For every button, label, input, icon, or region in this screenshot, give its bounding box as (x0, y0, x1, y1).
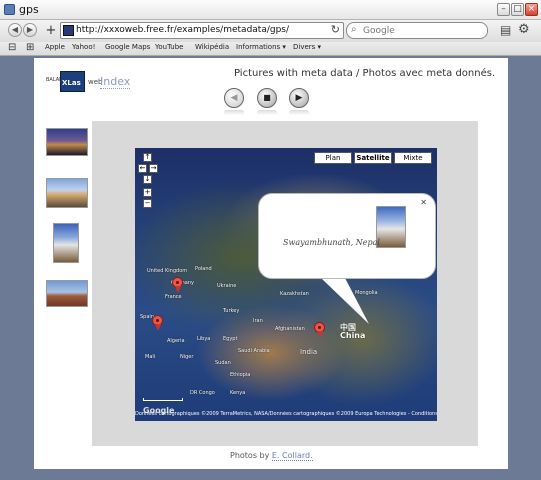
map-marker-pin[interactable] (172, 277, 183, 293)
pan-right-icon[interactable]: → (149, 164, 158, 173)
site-icon (63, 25, 74, 36)
map-label: Egypt (223, 336, 238, 342)
forward-button[interactable]: ▶ (23, 23, 37, 37)
author-link[interactable]: E. Collard. (271, 451, 313, 461)
map-marker-pin[interactable] (152, 315, 163, 331)
map-label: United Kingdom (147, 268, 188, 274)
info-window-pointer (321, 278, 381, 324)
page-title: Pictures with meta data / Photos avec me… (234, 68, 496, 79)
photo-thumbnail[interactable] (53, 223, 79, 263)
map-label: France (165, 294, 182, 300)
map-label: India (300, 348, 318, 356)
minimize-button[interactable]: – (497, 3, 510, 16)
previous-button[interactable]: ◀ (224, 88, 244, 108)
info-window-photo[interactable] (376, 206, 406, 248)
photo-thumbnail[interactable] (46, 128, 88, 156)
map-label: China (340, 331, 366, 340)
back-button[interactable]: ◀ (8, 23, 22, 37)
map-label: Kazakhstan (280, 291, 309, 297)
app-icon (4, 4, 15, 15)
maximize-button[interactable]: □ (511, 3, 524, 16)
reload-icon[interactable]: ↻ (331, 23, 340, 36)
logo-brand-text: XLas (62, 79, 81, 87)
title-bar: gps – □ × (0, 0, 541, 20)
next-button[interactable]: ▶ (289, 88, 309, 108)
map-label: Turkey (223, 308, 240, 314)
pan-left-icon[interactable]: ← (138, 164, 147, 173)
map-label: Mali (145, 354, 156, 360)
close-icon[interactable]: ✕ (420, 198, 427, 207)
page-menu-icon[interactable]: ▤ (500, 23, 511, 37)
web-page: BALADE XLas web Index Pictures with meta… (34, 58, 508, 469)
search-input[interactable] (363, 24, 483, 37)
address-bar[interactable]: http://xxxoweb.free.fr/examples/metadata… (60, 22, 344, 39)
map-label: Iran (253, 318, 263, 324)
browser-toolbar: ◀ ▶ + http://xxxoweb.free.fr/examples/me… (0, 20, 541, 42)
map-type-mixte-button[interactable]: Mixte (394, 152, 432, 164)
satellite-map[interactable]: Plan Satellite Mixte ↑ ← → ↓ + − United … (135, 148, 437, 421)
map-type-satellite-button[interactable]: Satellite (354, 152, 392, 164)
info-window: ✕ Swayambhunath, Nepal (258, 193, 436, 279)
photo-thumbnail[interactable] (46, 280, 88, 307)
search-box[interactable]: ⌕ (346, 22, 488, 39)
top-sites-grid-icon[interactable]: ⊞ (26, 42, 34, 53)
index-link[interactable]: Index (100, 76, 131, 89)
button-reflection (224, 110, 244, 115)
map-scale-bar (143, 398, 183, 401)
bookmark-item[interactable]: Yahoo! (72, 43, 95, 51)
photo-credit: Photos by E. Collard. (230, 451, 313, 461)
pan-down-icon[interactable]: ↓ (143, 175, 152, 184)
close-button[interactable]: × (525, 3, 538, 16)
info-window-caption: Swayambhunath, Nepal (283, 238, 380, 247)
map-label: Afghanistan (275, 326, 305, 332)
map-label: Kenya (230, 390, 246, 396)
pan-up-icon[interactable]: ↑ (143, 153, 152, 162)
add-bookmark-button[interactable]: + (44, 23, 58, 38)
map-label: Niger (180, 354, 194, 360)
search-icon: ⌕ (351, 24, 357, 35)
map-attribution: Données cartographiques ©2009 TerraMetri… (135, 411, 437, 417)
map-label: Ethiopia (230, 372, 251, 378)
photo-thumbnail[interactable] (46, 178, 88, 208)
window-title: gps (19, 3, 39, 16)
photo-credit-prefix: Photos by (230, 451, 272, 460)
map-label: Libya (197, 336, 211, 342)
map-panel: Plan Satellite Mixte ↑ ← → ↓ + − United … (92, 121, 478, 446)
bookmark-item[interactable]: Wikipédia (195, 43, 229, 51)
bookmark-item[interactable]: Informations ▾ (236, 43, 286, 51)
map-type-plan-button[interactable]: Plan (314, 152, 352, 164)
button-reflection (289, 110, 309, 115)
bookmark-item[interactable]: Apple (45, 43, 65, 51)
map-marker-pin[interactable] (314, 322, 325, 338)
bookmarks-bar: ⊟ ⊞ Apple Yahoo! Google Maps YouTube Wik… (0, 42, 541, 56)
zoom-in-button[interactable]: + (143, 188, 152, 197)
bookmark-item[interactable]: YouTube (155, 43, 183, 51)
map-label: Sudan (215, 360, 231, 366)
site-logo[interactable]: BALADE XLas web (46, 68, 108, 92)
url-text[interactable]: http://xxxoweb.free.fr/examples/metadata… (76, 25, 289, 35)
map-label: Algeria (167, 338, 185, 344)
zoom-out-button[interactable]: − (143, 199, 152, 208)
gear-icon[interactable]: ⚙ (518, 22, 530, 37)
bookmark-item[interactable]: Google Maps (105, 43, 150, 51)
button-reflection (257, 110, 277, 115)
bookmarks-book-icon[interactable]: ⊟ (8, 42, 16, 53)
map-label: Ukraine (217, 283, 237, 289)
map-label: DR Congo (190, 390, 215, 396)
bookmark-item[interactable]: Divers ▾ (293, 43, 321, 51)
map-label: Saudi Arabia (238, 348, 270, 354)
map-label: Poland (195, 266, 212, 272)
stop-button[interactable]: ■ (257, 88, 277, 108)
